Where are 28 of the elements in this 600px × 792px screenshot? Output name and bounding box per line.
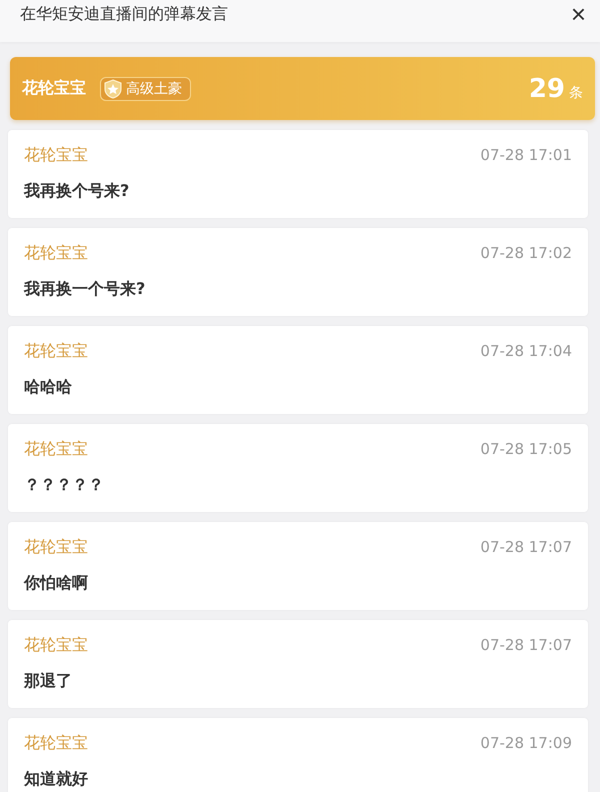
message-text: 你怕啥啊 (24, 572, 89, 594)
message-time: 07-28 17:02 (480, 244, 572, 262)
message-text: 知道就好 (24, 768, 89, 790)
message-time: 07-28 17:07 (480, 538, 572, 556)
close-button[interactable]: × (570, 1, 586, 27)
user-name: 花轮宝宝 (22, 78, 86, 99)
sender-name: 花轮宝宝 (24, 536, 88, 558)
star-shield-icon (103, 78, 123, 98)
message-time: 07-28 17:04 (480, 342, 572, 360)
sender-name: 花轮宝宝 (24, 732, 88, 754)
message-count: 29 (528, 74, 565, 104)
sender-name: 花轮宝宝 (24, 634, 88, 656)
message-time: 07-28 17:01 (480, 146, 572, 164)
message-time: 07-28 17:09 (480, 734, 572, 752)
message-text: ？？？？？ (24, 474, 105, 496)
message-text: 我再换个号来? (24, 180, 130, 202)
sender-name: 花轮宝宝 (24, 340, 88, 362)
panel-title: 在华矩安迪直播间的弹幕发言 (20, 4, 228, 24)
sender-name: 花轮宝宝 (24, 144, 88, 166)
level-badge: 高级土豪 (100, 76, 191, 100)
message-text: 哈哈哈 (24, 376, 73, 398)
sender-name: 花轮宝宝 (24, 242, 88, 264)
message-time: 07-28 17:05 (480, 440, 572, 458)
message-text: 我再换一个号来? (24, 278, 146, 300)
message-text: 那退了 (24, 670, 73, 692)
message-time: 07-28 17:07 (480, 636, 572, 654)
count-unit: 条 (569, 84, 583, 102)
sender-name: 花轮宝宝 (24, 438, 88, 460)
